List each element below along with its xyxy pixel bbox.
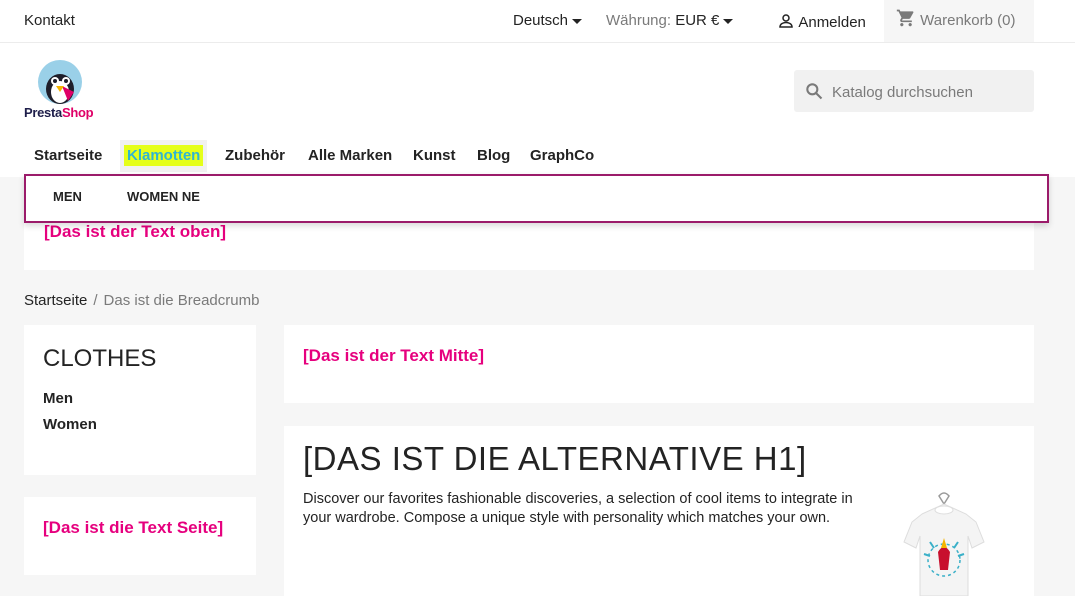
mid-text: [Das ist der Text Mitte] [303,346,485,365]
search-box [794,70,1034,112]
mid-text-block: [Das ist der Text Mitte] [284,325,1034,403]
side-text-block: [Das ist die Text Seite] [24,497,256,575]
banner-top: [Das ist der Text oben] [24,221,1034,270]
contact-link[interactable]: Kontakt [24,12,75,29]
currency-value: EUR € [675,12,720,29]
breadcrumb-separator: / [93,292,98,309]
logo-part2: Shop [61,105,94,120]
category-title: CLOTHES [43,345,157,372]
side-text: [Das ist die Text Seite] [43,518,224,537]
breadcrumb-current: Das ist die Breadcrumb [103,292,260,309]
caret-down-icon [723,18,734,24]
category-description: Discover our favorites fashionable disco… [303,491,853,526]
breadcrumb-home[interactable]: Startseite [24,292,87,309]
search-input[interactable] [830,80,1024,104]
breadcrumb: Startseite / Das ist die Breadcrumb [24,292,259,309]
category-item-men[interactable]: Men [43,390,73,407]
dropdown-submenu: MEN WOMEN NE [24,174,1049,223]
cart-button[interactable]: Warenkorb (0) [884,0,1034,42]
category-block: CLOTHES Men Women [24,325,256,475]
search-icon[interactable] [804,81,824,101]
cart-label: Warenkorb (0) [920,12,1016,29]
nav-item-klamotten-label: Klamotten [124,145,204,166]
category-item-women[interactable]: Women [43,416,97,433]
banner-top-text: [Das ist der Text oben] [44,222,226,241]
top-bar: Kontakt Deutsch Währung: EUR € Anmelden … [0,0,1075,43]
nav-item-zubehoer[interactable]: Zubehör [225,140,285,172]
submenu-item-men[interactable]: MEN [53,189,82,204]
nav-item-alle-marken[interactable]: Alle Marken [308,140,392,172]
shopping-cart-icon [896,9,914,27]
login-link[interactable]: Anmelden [777,12,866,31]
person-icon [779,14,793,28]
logo-part1: Presta [24,105,62,120]
currency-label: Währung: [606,12,672,29]
caret-down-icon [572,18,583,24]
language-selector[interactable]: Deutsch [513,12,583,29]
header: PrestaShop Startseite Klamotten Zubehör … [0,43,1075,177]
submenu-item-women[interactable]: WOMEN NE [127,189,200,204]
login-label: Anmelden [798,14,866,31]
language-label: Deutsch [513,12,569,29]
currency-selector[interactable]: Währung: EUR € [606,12,734,29]
tshirt-image [903,492,985,596]
nav-item-blog[interactable]: Blog [477,140,510,172]
nav-item-kunst[interactable]: Kunst [413,140,456,172]
page-title: [DAS IST DIE ALTERNATIVE H1] [303,440,807,477]
nav-item-klamotten[interactable]: Klamotten [120,140,208,172]
logo-wordmark: PrestaShop [24,105,94,120]
category-description-block: [DAS IST DIE ALTERNATIVE H1] Discover ou… [284,426,1034,596]
nav-item-startseite[interactable]: Startseite [34,140,102,172]
nav-item-graphco[interactable]: GraphCo [530,140,594,172]
